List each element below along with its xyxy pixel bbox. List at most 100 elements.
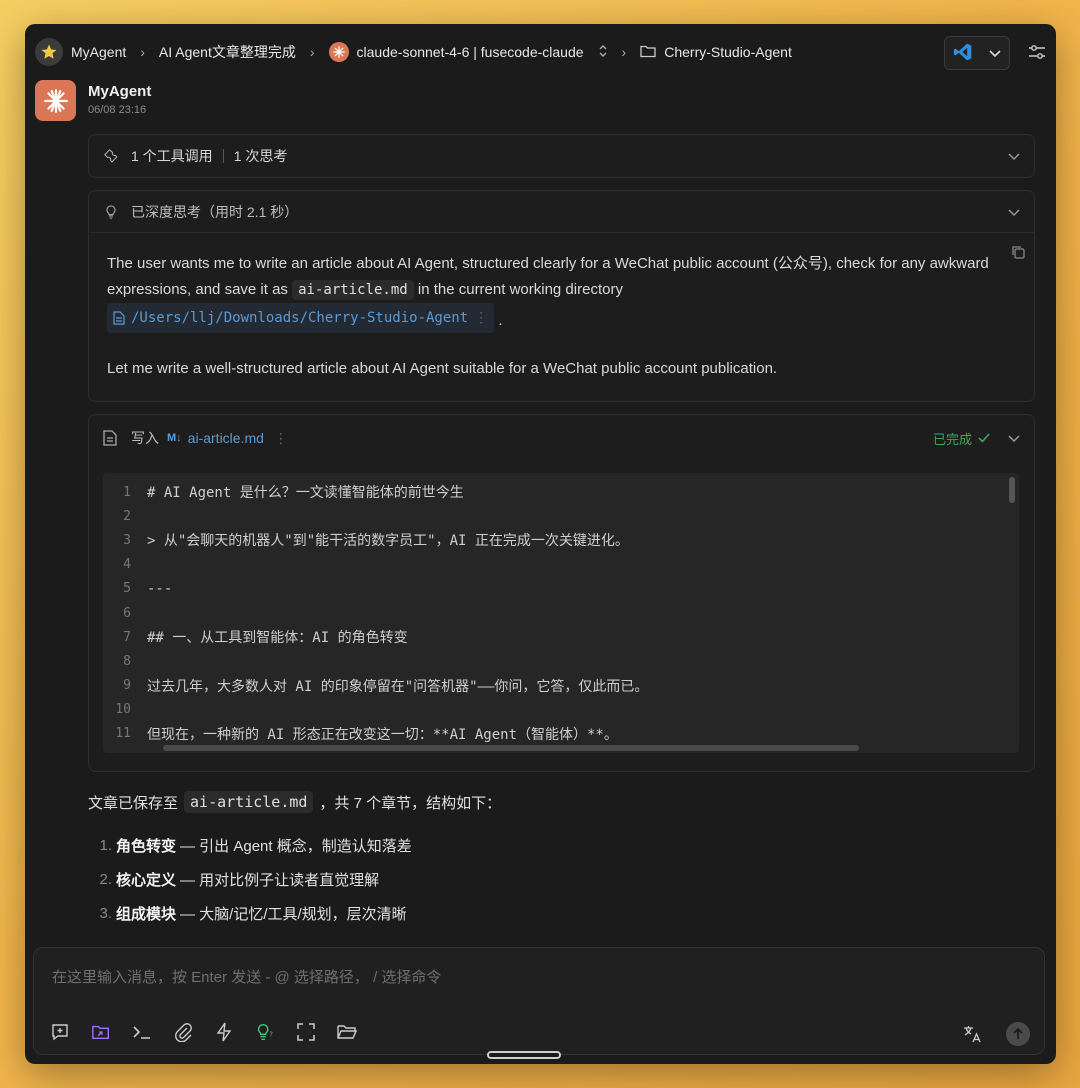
list-item-desc: — 引出 Agent 概念，制造认知落差 (180, 837, 412, 855)
folder-open-icon[interactable] (337, 1022, 357, 1042)
line-number: 11 (115, 726, 131, 742)
summary-line: 文章已保存至 ai-article.md ，共 7 个章节，结构如下： (88, 788, 1028, 816)
input-toolbar: ? (50, 1022, 357, 1042)
markdown-icon: M↓ (167, 432, 182, 444)
inline-code-filename: ai-article.md (292, 280, 414, 300)
list-item-title: 组成模块 (116, 905, 177, 923)
list-item-title: 核心定义 (116, 871, 177, 889)
breadcrumb-agent-label: MyAgent (71, 44, 127, 60)
chevron-updown-icon (598, 44, 608, 61)
thinking-paragraph-1: The user wants me to write an article ab… (107, 251, 1014, 334)
vertical-scrollbar[interactable] (1009, 477, 1015, 503)
breadcrumb-folder[interactable]: Cherry-Studio-Agent (640, 44, 792, 61)
chevron-down-icon[interactable] (1008, 204, 1020, 220)
tool-summary-panel[interactable]: 1 个工具调用 1 次思考 (88, 134, 1035, 178)
wrench-icon (103, 148, 119, 164)
model-name: claude-sonnet-4-6 | fusecode-claude (356, 44, 584, 60)
list-item-title: 角色转变 (116, 837, 177, 855)
message-header: MyAgent 06/08 23:16 (35, 80, 151, 121)
message-input[interactable]: 在这里输入消息，按 Enter 发送 - @ 选择路径， / 选择命令 ? (33, 947, 1045, 1055)
summary-suffix: ，共 7 个章节，结构如下： (319, 794, 502, 812)
settings-sliders-icon[interactable] (1028, 43, 1046, 64)
status-badge: 已完成 (933, 429, 990, 448)
resize-handle[interactable] (487, 1051, 561, 1059)
list-number: 3. (99, 904, 112, 922)
terminal-icon[interactable] (132, 1022, 152, 1042)
chevron-down-icon[interactable] (1008, 430, 1020, 446)
line-number: 5 (123, 581, 131, 597)
send-button[interactable] (1006, 1022, 1030, 1046)
list-item: 2. 核心定义 — 用对比例子让读者直觉理解 (88, 862, 1028, 896)
lightning-icon[interactable] (214, 1022, 234, 1042)
open-in-vscode-button[interactable] (944, 36, 1010, 70)
line-text: 过去几年，大多数人对 AI 的印象停留在"问答机器"——你问，它答，仅此而已。 (147, 678, 649, 695)
list-item-desc: — 用对比例子让读者直觉理解 (180, 871, 380, 889)
list-number: 1. (99, 836, 112, 854)
copy-icon[interactable] (1010, 243, 1026, 269)
breadcrumb-agent[interactable]: MyAgent (35, 38, 126, 66)
file-icon (113, 311, 125, 325)
chevron-down-icon[interactable] (1008, 148, 1020, 164)
paperclip-icon[interactable] (173, 1022, 193, 1042)
path-link[interactable]: /Users/llj/Downloads/Cherry-Studio-Agent… (107, 303, 495, 333)
line-number: 1 (123, 484, 131, 500)
lightbulb-icon (103, 204, 119, 220)
thinking-title: 已深度思考（用时 2.1 秒） (131, 203, 299, 220)
folder-name: Cherry-Studio-Agent (664, 44, 792, 60)
ordered-list: 1. 角色转变 — 引出 Agent 概念，制造认知落差 2. 核心定义 — 用对比例子让… (88, 828, 1028, 930)
breadcrumb-session[interactable]: AI Agent文章整理完成 (159, 42, 296, 62)
fullscreen-icon[interactable] (296, 1022, 316, 1042)
model-selector[interactable]: claude-sonnet-4-6 | fusecode-claude (328, 42, 608, 62)
breadcrumb-session-label: AI Agent文章整理完成 (158, 44, 296, 60)
thinking-text: . (498, 312, 503, 329)
app-window: MyAgent › AI Agent文章整理完成 › claude-sonnet… (25, 24, 1056, 1064)
chevron-down-icon[interactable] (989, 45, 1001, 61)
line-text: --- (147, 580, 173, 597)
line-number: 2 (123, 508, 131, 524)
line-number: 3 (123, 532, 131, 548)
code-line: 11 但现在，一种新的 AI 形态正在改变这一切：**AI Agent（智能体）*… (103, 722, 1019, 746)
more-icon[interactable]: ⋮ (474, 305, 488, 331)
write-file-link[interactable]: ai-article.md (188, 430, 264, 446)
path-text: /Users/llj/Downloads/Cherry-Studio-Agent (131, 310, 469, 326)
thinking-toggle-icon[interactable]: ? (255, 1022, 275, 1042)
code-line: 8 (103, 649, 1019, 673)
chevron-right-icon: › (309, 44, 315, 60)
status-text: 已完成 (932, 431, 972, 447)
thinking-header[interactable]: 已深度思考（用时 2.1 秒） (89, 191, 1034, 233)
check-icon (978, 433, 990, 443)
code-line: 3 > 从"会聊天的机器人"到"能干活的数字员工"，AI 正在完成一次关键进化。 (103, 528, 1019, 552)
divider (222, 149, 224, 163)
input-placeholder: 在这里输入消息，按 Enter 发送 - @ 选择路径， / 选择命令 (52, 969, 442, 986)
code-line: 1 # AI Agent 是什么？一文读懂智能体的前世今生 (103, 480, 1019, 504)
code-editor[interactable]: 1 # AI Agent 是什么？一文读懂智能体的前世今生 2 3 > 从"会聊天的机器… (103, 473, 1019, 753)
folder-link-icon[interactable] (91, 1022, 111, 1042)
line-text: ## 一、从工具到智能体：AI 的角色转变 (147, 630, 408, 647)
inline-code-filename: ai-article.md (184, 791, 314, 813)
thinking-paragraph-2: Let me write a well-structured article a… (107, 360, 778, 377)
write-tool-header[interactable]: 写入 M↓ ai-article.md ⋮ 已完成 (89, 415, 1034, 461)
horizontal-scrollbar[interactable] (163, 745, 859, 751)
chevron-right-icon: › (621, 44, 627, 60)
line-number: 8 (123, 653, 131, 669)
svg-text:?: ? (269, 1030, 273, 1039)
line-number: 7 (123, 629, 131, 645)
more-icon[interactable]: ⋮ (274, 430, 288, 447)
thinking-panel: 已深度思考（用时 2.1 秒） The user wants me to wri… (88, 190, 1035, 402)
code-line: 2 (103, 504, 1019, 528)
translate-icon[interactable] (962, 1024, 982, 1044)
file-text-icon (103, 430, 119, 446)
arrow-up-icon (1013, 1028, 1023, 1039)
new-topic-icon[interactable] (50, 1022, 70, 1042)
line-text: > 从"会聊天的机器人"到"能干活的数字员工"，AI 正在完成一次关键进化。 (147, 533, 629, 550)
top-bar: MyAgent › AI Agent文章整理完成 › claude-sonnet… (25, 24, 1056, 80)
list-number: 2. (99, 870, 112, 888)
input-actions (962, 1022, 1030, 1046)
code-line: 5 --- (103, 577, 1019, 601)
vscode-icon (953, 42, 973, 65)
message-time: 06/08 23:16 (88, 104, 147, 116)
thinking-content: The user wants me to write an article ab… (89, 233, 1034, 382)
response-summary: 文章已保存至 ai-article.md ，共 7 个章节，结构如下： 1. 角色… (88, 788, 1028, 930)
code-lines: 1 # AI Agent 是什么？一文读懂智能体的前世今生 2 3 > 从"会聊天的机器… (103, 473, 1019, 746)
list-item: 3. 组成模块 — 大脑/记忆/工具/规划，层次清晰 (88, 896, 1028, 930)
